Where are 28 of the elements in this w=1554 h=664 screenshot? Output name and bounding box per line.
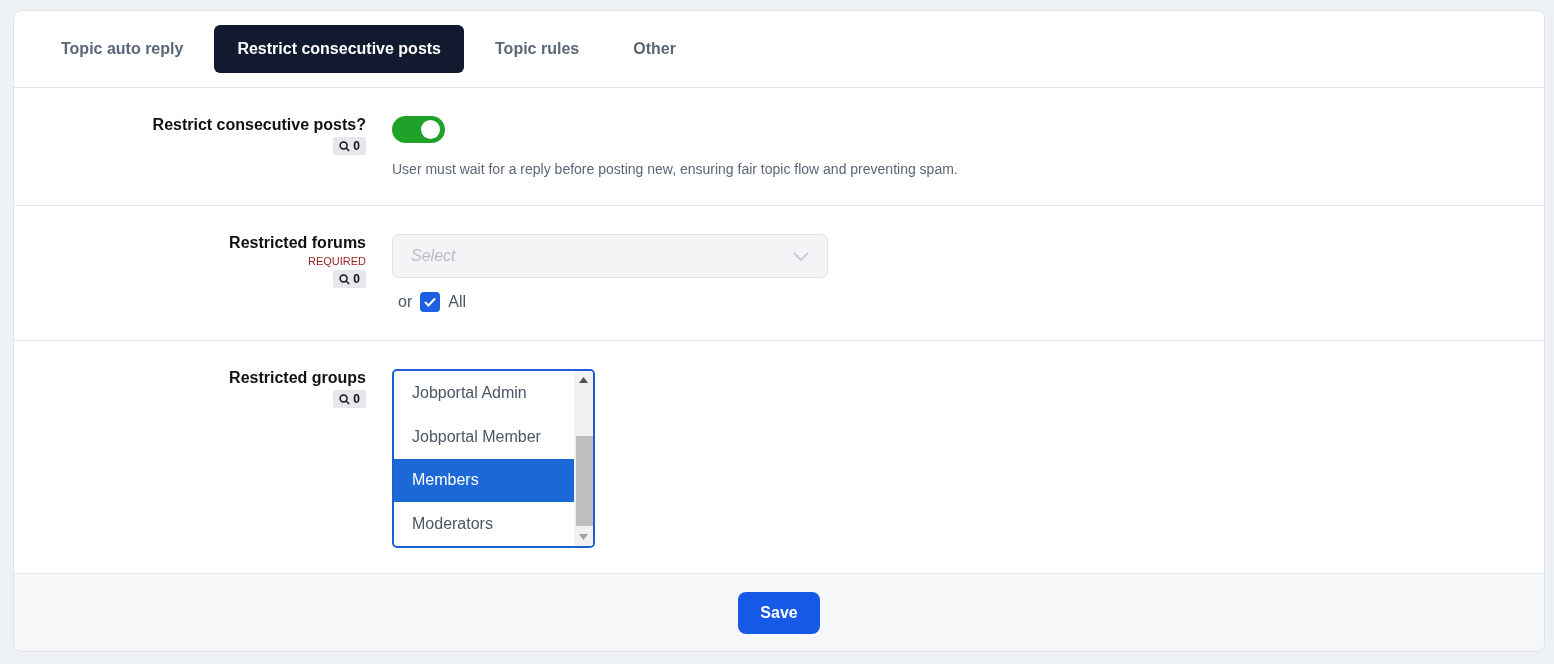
help-text: User must wait for a reply before posting new, ensuring fair topic flow and preventing spam. (392, 161, 958, 177)
save-button[interactable]: Save (738, 592, 820, 634)
check-icon (424, 297, 437, 307)
checkbox-label: All (448, 293, 466, 311)
listbox-option[interactable]: Jobportal Admin (394, 371, 574, 415)
tab[interactable]: Restrict consecutive posts (214, 25, 464, 73)
tab[interactable]: Topic auto reply (38, 25, 207, 73)
tab[interactable]: Other (610, 25, 699, 73)
toggle-switch[interactable] (392, 116, 445, 143)
search-icon (339, 140, 351, 152)
listbox-option[interactable]: Jobportal Member (394, 414, 574, 459)
required-label: REQUIRED (307, 255, 366, 267)
search-count-badge[interactable]: 0 (333, 390, 366, 408)
scroll-down-arrow-icon[interactable] (579, 534, 588, 540)
search-icon (339, 273, 351, 285)
listbox-option[interactable]: Moderators (394, 502, 574, 546)
group-listbox[interactable]: Jobportal Admin Jobportal Member Members Moderators (392, 369, 595, 548)
tab[interactable]: Topic rules (472, 25, 603, 73)
scroll-up-arrow-icon[interactable] (579, 377, 588, 383)
search-count-badge[interactable]: 0 (333, 137, 366, 155)
chevron-down-icon (793, 251, 809, 261)
scrollbar[interactable] (574, 371, 593, 546)
listbox-option[interactable]: Members (394, 458, 574, 503)
setting-label: Restrict consecutive posts? (152, 116, 366, 134)
or-text: or (398, 293, 413, 311)
setting-label: Restricted groups (229, 369, 366, 387)
search-icon (339, 393, 351, 405)
setting-label: Restricted forums (229, 234, 366, 252)
